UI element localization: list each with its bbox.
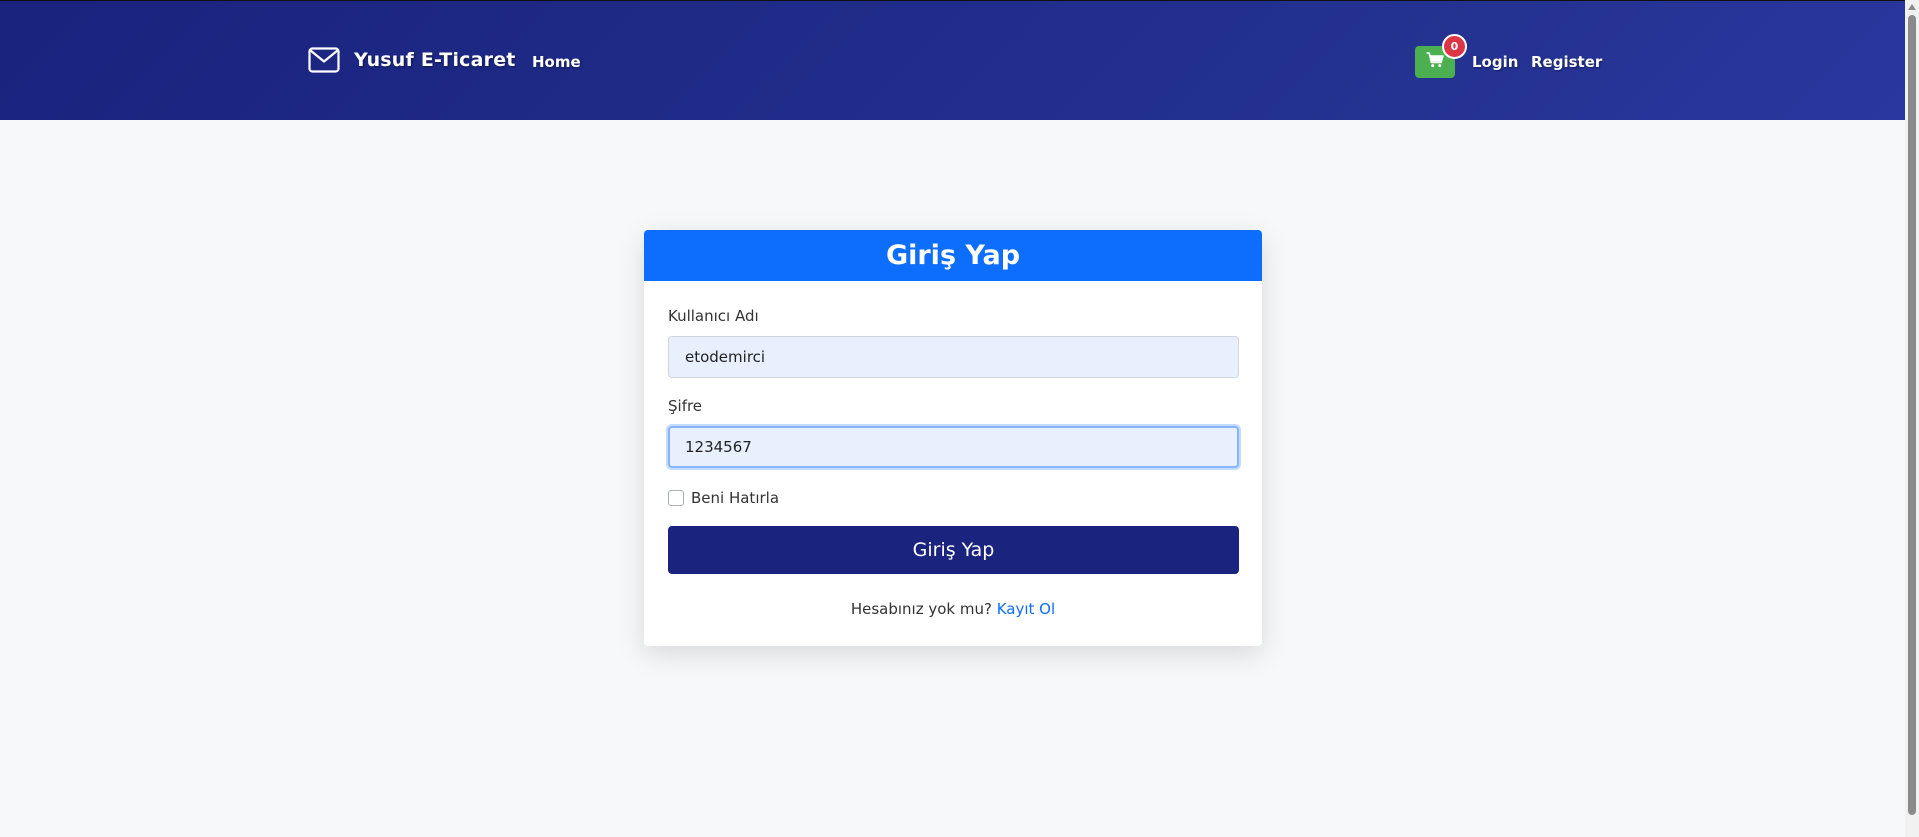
- navbar: Yusuf E-Ticaret Home 0 Login Register: [0, 0, 1905, 120]
- cart-count-badge: 0: [1442, 34, 1467, 59]
- scroll-up-arrow-icon[interactable]: [1908, 4, 1916, 10]
- login-submit-button[interactable]: Giriş Yap: [668, 526, 1239, 574]
- password-input[interactable]: [668, 426, 1239, 468]
- login-card: Giriş Yap Kullanıcı Adı Şifre Beni Hatır…: [644, 230, 1262, 646]
- username-input[interactable]: [668, 336, 1239, 378]
- envelope-icon: [308, 47, 340, 73]
- signup-prompt: Hesabınız yok mu? Kayıt Ol: [644, 600, 1262, 618]
- remember-me-checkbox[interactable]: [668, 490, 684, 506]
- vertical-scrollbar[interactable]: [1905, 0, 1919, 837]
- nav-register-link[interactable]: Register: [1531, 53, 1602, 71]
- remember-me-label[interactable]: Beni Hatırla: [691, 489, 779, 507]
- brand-name: Yusuf E-Ticaret: [354, 49, 516, 71]
- no-account-text: Hesabınız yok mu?: [850, 600, 997, 618]
- username-label: Kullanıcı Adı: [668, 307, 759, 325]
- password-label: Şifre: [668, 397, 703, 415]
- nav-home-link[interactable]: Home: [532, 53, 581, 71]
- brand-link[interactable]: Yusuf E-Ticaret: [308, 47, 516, 73]
- nav-login-link[interactable]: Login: [1472, 53, 1518, 71]
- login-card-title: Giriş Yap: [644, 230, 1262, 281]
- scroll-thumb[interactable]: [1908, 15, 1916, 815]
- signup-link[interactable]: Kayıt Ol: [997, 600, 1055, 618]
- shopping-cart-icon: [1426, 52, 1444, 72]
- page: Yusuf E-Ticaret Home 0 Login Register Gi…: [0, 0, 1905, 837]
